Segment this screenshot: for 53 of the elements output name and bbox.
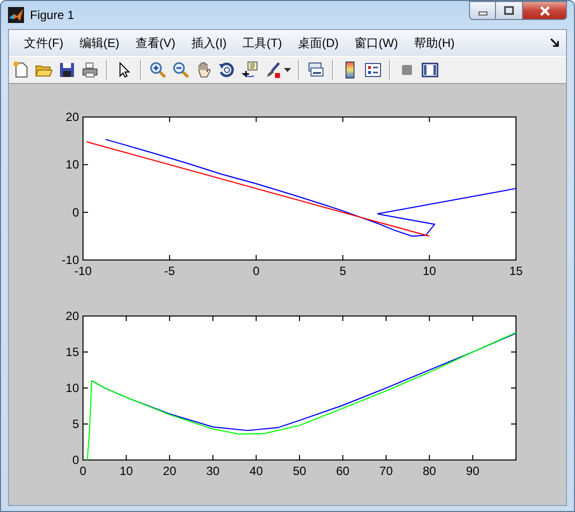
zoom-out-icon[interactable] — [172, 61, 190, 79]
menu-item[interactable]: 桌面(D) — [290, 34, 347, 52]
tick-label: 10 — [66, 381, 79, 395]
tick-label: 5 — [339, 264, 346, 278]
legend-icon[interactable] — [364, 61, 382, 79]
plot-tools-icon[interactable] — [421, 61, 439, 79]
menu-item[interactable]: 插入(I) — [183, 34, 235, 52]
dropdown-caret-icon[interactable] — [284, 68, 291, 72]
minimize-button[interactable] — [469, 1, 496, 20]
linked-plots-icon[interactable] — [307, 61, 325, 79]
tick-label: 70 — [379, 464, 393, 478]
tick-label: 10 — [120, 464, 133, 478]
tick-label: 20 — [162, 464, 176, 478]
tick-label: 10 — [66, 158, 79, 172]
tick-label: -10 — [74, 264, 92, 278]
close-icon — [538, 6, 550, 16]
close-button[interactable] — [523, 1, 567, 20]
brush-icon[interactable] — [264, 61, 282, 79]
tick-label: 10 — [422, 264, 436, 278]
tick-label: 60 — [336, 464, 350, 478]
new-file-icon[interactable] — [12, 61, 30, 79]
tick-label: 20 — [66, 309, 79, 323]
tick-label: 0 — [252, 264, 260, 278]
menu-item[interactable]: 工具(T) — [234, 34, 290, 52]
tick-label: 50 — [292, 464, 306, 478]
data-cursor-icon[interactable] — [241, 61, 259, 79]
tick-label: 40 — [250, 464, 263, 478]
menu-item[interactable]: 查看(V) — [127, 34, 184, 52]
tick-label: 0 — [72, 205, 79, 220]
rotate-icon[interactable] — [218, 61, 236, 79]
app-logo-icon — [8, 7, 24, 23]
tick-label: 15 — [66, 345, 79, 359]
window-title: Figure 1 — [30, 8, 74, 22]
tick-label: 15 — [509, 264, 523, 278]
tick-label: 0 — [72, 453, 79, 467]
tick-label: 30 — [206, 464, 220, 478]
tick-label: 20 — [66, 110, 79, 124]
tick-label: 5 — [72, 417, 79, 431]
menu-item[interactable]: 编辑(E) — [71, 34, 128, 52]
menu-item[interactable]: 窗口(W) — [346, 34, 406, 52]
menu-item[interactable]: 帮助(H) — [406, 34, 463, 52]
print-icon[interactable] — [81, 61, 99, 79]
save-icon[interactable] — [58, 61, 76, 79]
maximize-icon — [504, 6, 514, 16]
menu-item[interactable]: 文件(F) — [16, 34, 72, 52]
tick-label: -5 — [164, 264, 175, 278]
zoom-in-icon[interactable] — [149, 61, 167, 79]
dock-arrow-icon[interactable] — [550, 38, 560, 48]
maximize-button[interactable] — [496, 1, 523, 20]
tick-label: 80 — [422, 464, 436, 478]
tick-label: 0 — [80, 464, 86, 478]
tick-label: -10 — [62, 253, 79, 267]
tick-label: 90 — [466, 464, 480, 478]
